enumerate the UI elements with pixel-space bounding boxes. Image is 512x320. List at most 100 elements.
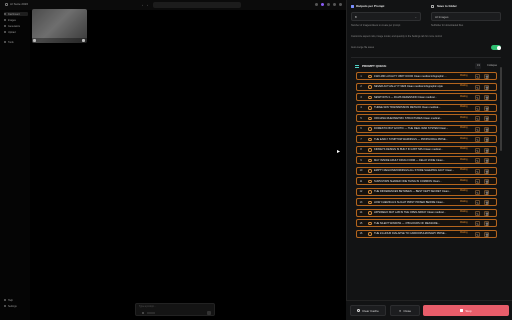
delete-icon[interactable]: 🗑 — [484, 126, 489, 132]
queue-item[interactable]: 6 DOMESTIC BUT EXOTIC — THE REAL WAR SYST… — [356, 124, 497, 133]
clock-icon — [368, 148, 372, 152]
delete-icon[interactable]: 🗑 — [484, 74, 489, 80]
queue-item[interactable]: 8 KIDNEYS DESIGN IS BUILT IN A BIT NPH Cl… — [356, 145, 497, 154]
chevron-down-icon: ⌄ — [414, 15, 417, 19]
close-window-icon[interactable] — [339, 3, 342, 6]
edit-icon[interactable]: ✎ — [475, 168, 480, 174]
delete-icon[interactable]: 🗑 — [484, 147, 489, 153]
edit-icon[interactable]: ✎ — [475, 179, 480, 185]
profile-icon[interactable] — [315, 3, 318, 6]
auto-merge-toggle[interactable] — [491, 45, 501, 50]
composer-placeholder: Type a prompt... — [139, 306, 156, 308]
delete-icon[interactable]: 🗑 — [484, 84, 489, 90]
queue-item[interactable]: 13 HOW CHEMICALS SLIGHT PRINT PRISED BEWR… — [356, 198, 497, 206]
window-menu-icon[interactable] — [5, 3, 8, 6]
delete-icon[interactable]: 🗑 — [484, 189, 489, 195]
edit-icon[interactable]: ✎ — [475, 84, 480, 90]
queue-item-status: Waiting — [460, 200, 468, 203]
more-options-icon[interactable] — [82, 39, 85, 42]
queue-item[interactable]: 1 1920-280 LAYALITY WRIT DOOR Clean medic… — [356, 72, 497, 80]
edit-icon[interactable]: ✎ — [475, 105, 480, 111]
maximize-icon[interactable] — [333, 3, 336, 6]
sidebar-item-generators[interactable]: Generators — [4, 24, 28, 28]
queue-item-number: 15 — [359, 221, 363, 225]
queue-item-prompt: THREE-WIN TRANSMISSION METHOD Clean medi… — [374, 106, 441, 110]
sidebar-item-tools[interactable]: Tools — [4, 40, 28, 44]
refresh-icon — [357, 309, 361, 312]
forward-arrow-icon[interactable]: › — [147, 3, 148, 7]
attach-icon[interactable] — [142, 312, 144, 314]
extension-icon[interactable] — [321, 3, 324, 6]
edit-icon[interactable]: ✎ — [475, 200, 480, 206]
queue-item[interactable]: 9 MAY IN/SIDE ADULT DRUG FORM — DELAY ZON… — [356, 156, 497, 164]
sidebar-item-images[interactable]: Images — [4, 18, 28, 22]
prompt-composer[interactable]: Type a prompt... — [135, 303, 215, 316]
edit-icon[interactable]: ✎ — [475, 210, 480, 216]
save-folder-input[interactable]: AI Images — [431, 12, 501, 21]
edit-icon[interactable]: ✎ — [475, 95, 480, 101]
sidebar-item-help[interactable]: Help — [4, 298, 28, 302]
edit-icon[interactable]: ✎ — [475, 74, 480, 80]
queue-item[interactable]: 15 THE SILENT WINDOW — 47B HOURS OF MEASU… — [356, 219, 497, 227]
thumbnail-overlay-bar — [32, 38, 87, 43]
address-bar[interactable] — [153, 2, 241, 8]
edit-icon[interactable]: ✎ — [475, 189, 480, 195]
queue-item[interactable]: 14 HIPSIDEHO MAT LAB IN THE OPEN ARRAY Cl… — [356, 208, 497, 217]
sidebar-item-settings[interactable]: Settings — [4, 304, 28, 308]
delete-icon[interactable]: 🗑 — [484, 179, 489, 185]
delete-icon[interactable]: 🗑 — [484, 158, 489, 164]
edit-icon[interactable]: ✎ — [475, 231, 480, 237]
edit-icon[interactable]: ✎ — [475, 116, 480, 122]
delete-icon[interactable]: 🗑 — [484, 221, 489, 227]
queue-item[interactable]: 11 SURVIVORS SHARED ONE THING IN COMMON C… — [356, 177, 497, 185]
edit-icon[interactable]: ✎ — [475, 147, 480, 153]
scrollbar-thumb[interactable] — [500, 67, 502, 151]
outputs-hint: Number of images/videos to create per pr… — [351, 24, 401, 27]
delete-icon[interactable]: 🗑 — [484, 95, 489, 101]
delete-icon[interactable]: 🗑 — [484, 105, 489, 111]
queue-item[interactable]: 3 NEWTON'S 3 — FILMS DEFENSION Clean medi… — [356, 93, 497, 101]
save-folder-checkbox[interactable] — [431, 5, 434, 8]
queue-item-prompt: HIPSIDEHO MAT LAB IN THE OPEN ARRAY Clea… — [374, 211, 446, 215]
delete-icon[interactable]: 🗑 — [484, 200, 489, 206]
queue-item-prompt: DOMESTIC BUT EXOTIC — THE REAL WAR SYSTE… — [374, 127, 449, 131]
sidebar-item-dashboard[interactable]: Dashboard — [4, 12, 28, 16]
queue-item-number: 1 — [360, 74, 362, 78]
queue-item[interactable]: 7 THE EARLY SYMPTOM WARNINGS — PROPHORAL … — [356, 135, 497, 143]
queue-item[interactable]: 4 THREE-WIN TRANSMISSION METHOD Clean med… — [356, 103, 497, 112]
queue-item-number: 6 — [360, 127, 362, 131]
queue-item[interactable]: 2 NEVER ACTUALLY IT 9926 Clean medical in… — [356, 82, 497, 91]
queue-item-status: Waiting — [460, 179, 468, 182]
queue-item[interactable]: 10 EMPTY REGION/MORNINGS ALL STORE SLEEPI… — [356, 166, 497, 175]
queue-scrollbar[interactable] — [500, 63, 503, 303]
delete-icon[interactable]: 🗑 — [484, 168, 489, 174]
download-icon[interactable] — [33, 39, 36, 42]
queue-item[interactable]: 12 THE DIFFERENCES BETWEEN — BEST KEPT SE… — [356, 187, 497, 196]
clock-icon — [368, 221, 372, 226]
delete-icon[interactable]: 🗑 — [484, 116, 489, 122]
stop-button[interactable]: Stop — [423, 305, 509, 316]
queue-item-status: Waiting — [460, 116, 468, 119]
delete-icon[interactable]: 🗑 — [484, 210, 489, 216]
queue-item[interactable]: 5 ORCHISH RHEOMETRIC STRUCTURES Clean med… — [356, 114, 497, 122]
sidebar-item-upload[interactable]: Upload — [4, 30, 28, 34]
edit-icon[interactable]: ✎ — [475, 126, 480, 132]
delete-icon[interactable]: 🗑 — [484, 137, 489, 143]
clear-cache-button[interactable]: Clear Cache — [350, 305, 386, 316]
outputs-select[interactable]: 8 ⌄ — [351, 12, 421, 21]
minimize-icon[interactable] — [327, 3, 330, 6]
close-button[interactable]: ✕ Close — [390, 305, 420, 316]
close-icon: ✕ — [398, 308, 402, 313]
app-root: AI Suite 2026 ‹ › Dashboard Images Gener… — [0, 0, 512, 320]
edit-icon[interactable]: ✎ — [475, 221, 480, 227]
send-icon[interactable] — [207, 311, 211, 315]
mode-chip[interactable] — [147, 312, 155, 314]
collapse-queue-button[interactable]: Collapse — [487, 64, 497, 67]
edit-icon[interactable]: ✎ — [475, 137, 480, 143]
back-arrow-icon[interactable]: ‹ — [142, 3, 143, 7]
edit-icon[interactable]: ✎ — [475, 158, 480, 164]
queue-item[interactable]: 16 THE 24-HOUR DIALAPSE TO CARDIOPULMONAR… — [356, 229, 497, 238]
window-title: AI Suite 2026 — [10, 2, 29, 6]
sidebar-item-label: Settings — [8, 304, 17, 308]
delete-icon[interactable]: 🗑 — [484, 231, 489, 237]
